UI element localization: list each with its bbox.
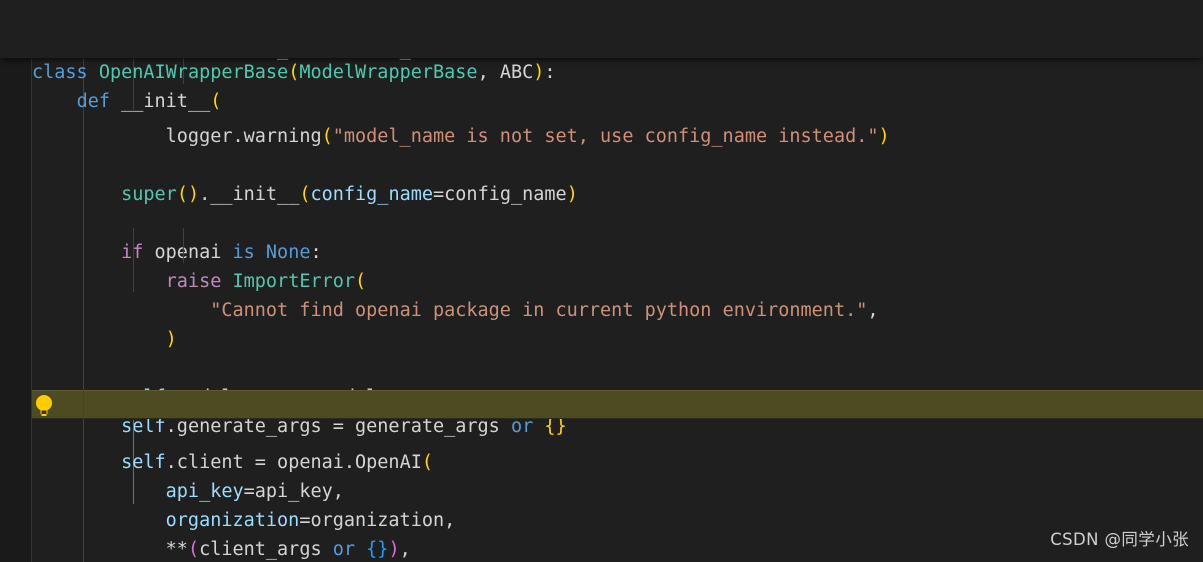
code-line[interactable]: self.model_name = model_name [0,325,1203,408]
code-line[interactable]: if openai is None: [0,180,1203,263]
code-editor[interactable]: model_name=model_name, logger.warning("m… [0,0,1203,562]
code-line[interactable]: "Cannot find openai package in current p… [0,238,1203,321]
watermark: CSDN @同学小张 [1050,530,1189,549]
indent-guide [183,228,184,263]
code-line[interactable]: ) [0,267,1203,350]
code-line[interactable]: raise ImportError( [0,209,1203,292]
code-line-current[interactable]: self.client = openai.OpenAI( [0,390,1203,473]
sticky-line-class[interactable]: class OpenAIWrapperBase(ModelWrapperBase… [0,0,1203,83]
code-line[interactable]: self.generate_args = generate_args or {} [0,354,1203,437]
code-line[interactable] [0,296,1203,325]
sticky-scroll-header[interactable]: class OpenAIWrapperBase(ModelWrapperBase… [0,0,1203,112]
sticky-line-def[interactable]: def __init__( [0,29,1203,112]
lightbulb-icon[interactable] [33,393,55,419]
indent-guide [133,228,134,292]
